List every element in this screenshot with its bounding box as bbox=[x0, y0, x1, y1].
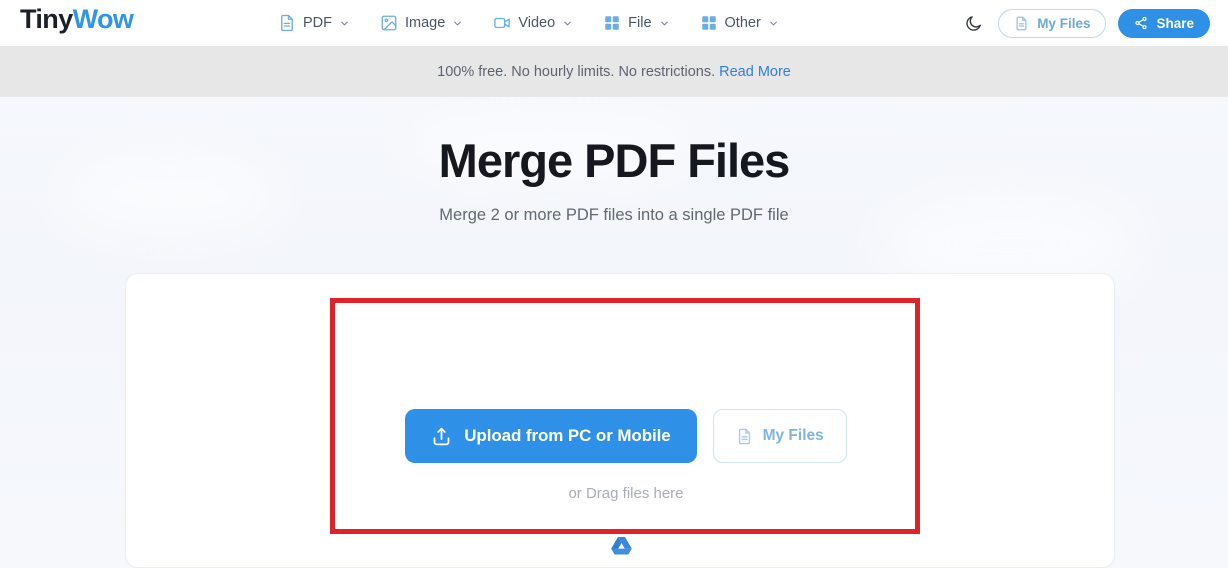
share-nodes-icon bbox=[1134, 16, 1148, 30]
main-navigation: PDF Image Video File Other bbox=[278, 0, 779, 46]
nav-item-pdf[interactable]: PDF bbox=[278, 0, 350, 46]
chevron-down-icon bbox=[562, 18, 573, 29]
promo-notice-text: 100% free. No hourly limits. No restrict… bbox=[437, 63, 716, 80]
site-header: TinyWow PDF Image Video File Other My Fi… bbox=[0, 0, 1228, 46]
share-button[interactable]: Share bbox=[1118, 8, 1210, 38]
upload-from-pc-or-mobile-button[interactable]: Upload from PC or Mobile bbox=[405, 409, 697, 463]
brand-logo-part2: Wow bbox=[72, 4, 134, 34]
brand-logo-part1: Tiny bbox=[20, 4, 73, 34]
nav-item-video[interactable]: Video bbox=[493, 0, 573, 46]
share-button-label: Share bbox=[1156, 15, 1194, 31]
chevron-down-icon bbox=[768, 18, 779, 29]
nav-item-image[interactable]: Image bbox=[380, 0, 463, 46]
brand-logo[interactable]: TinyWow bbox=[20, 4, 134, 35]
video-camera-icon bbox=[493, 14, 511, 32]
page-title: Merge PDF Files bbox=[438, 134, 791, 187]
my-files-button-label: My Files bbox=[1037, 15, 1091, 31]
chevron-down-icon bbox=[339, 18, 350, 29]
nav-item-label: File bbox=[628, 15, 652, 31]
read-more-link[interactable]: Read More bbox=[719, 64, 791, 80]
drag-files-hint: or Drag files here bbox=[568, 485, 684, 502]
chevron-down-icon bbox=[659, 18, 670, 29]
document-icon bbox=[736, 428, 753, 445]
document-icon bbox=[278, 14, 296, 32]
nav-item-label: Image bbox=[405, 15, 446, 31]
my-files-dropzone-label: My Files bbox=[762, 427, 824, 444]
nav-item-label: Video bbox=[518, 15, 556, 31]
promo-notice-bar: 100% free. No hourly limits. No restrict… bbox=[0, 46, 1228, 97]
hero-section: Merge PDF Files Merge 2 or more PDF file… bbox=[0, 97, 1228, 225]
nav-item-label: Other bbox=[724, 15, 761, 31]
image-icon bbox=[380, 14, 398, 32]
nav-item-file[interactable]: File bbox=[603, 0, 669, 46]
grid-icon bbox=[603, 14, 621, 32]
google-drive-row bbox=[126, 536, 1116, 555]
upload-card: Upload from PC or Mobile My Files or Dra… bbox=[125, 273, 1115, 568]
my-files-button[interactable]: My Files bbox=[998, 8, 1107, 38]
upload-icon bbox=[431, 426, 452, 447]
upload-button-label: Upload from PC or Mobile bbox=[464, 426, 671, 445]
nav-item-label: PDF bbox=[303, 15, 332, 31]
grid-icon bbox=[700, 14, 718, 32]
page-subtitle: Merge 2 or more PDF files into a single … bbox=[439, 205, 789, 224]
header-actions: My Files Share bbox=[960, 0, 1210, 46]
page-root: TinyWow PDF Image Video File Other My Fi… bbox=[0, 0, 1228, 568]
upload-dropzone[interactable]: Upload from PC or Mobile My Files or Dra… bbox=[331, 299, 921, 534]
google-drive-icon[interactable] bbox=[610, 536, 632, 555]
chevron-down-icon bbox=[452, 18, 463, 29]
my-files-dropzone-button[interactable]: My Files bbox=[712, 409, 847, 463]
dark-mode-toggle[interactable] bbox=[960, 10, 986, 36]
nav-item-other[interactable]: Other bbox=[700, 0, 779, 46]
upload-actions: Upload from PC or Mobile My Files bbox=[405, 409, 847, 463]
moon-icon bbox=[964, 14, 983, 33]
document-icon bbox=[1014, 16, 1029, 31]
